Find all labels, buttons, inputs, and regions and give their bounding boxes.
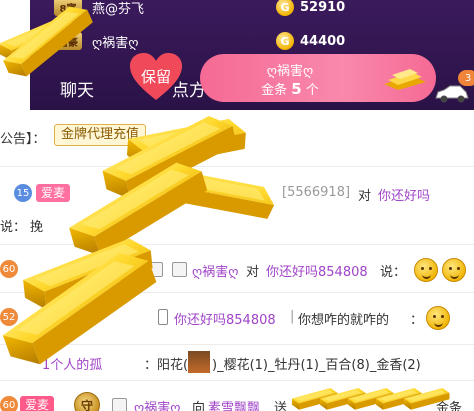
gold-bar-icon xyxy=(384,69,426,90)
divider xyxy=(0,166,474,167)
flower-list: )_樱花(1)_牡丹(1)_百合(8)_金香(2) xyxy=(212,358,421,373)
level-badge: 8富 xyxy=(54,0,82,16)
gift-item: 金条 xyxy=(261,83,288,98)
emoji-icon xyxy=(442,258,466,282)
verb-text: 对 xyxy=(358,189,372,204)
heart-button-label: 保留 xyxy=(140,68,171,86)
level-badge: 60 xyxy=(0,260,18,278)
chat-message-text: 说： 挽 xyxy=(0,216,474,236)
gift-count: 5 xyxy=(291,80,302,98)
said-label: 说： xyxy=(380,265,407,280)
announcement-tag[interactable]: 金牌代理充值 xyxy=(54,124,147,146)
message-text: 挽 xyxy=(30,220,44,235)
level-badge: 60 xyxy=(0,396,18,411)
keep-heart-button[interactable]: 保留 xyxy=(128,52,184,102)
flower-avatar xyxy=(188,351,210,373)
rank-user-name: 燕@芬飞 xyxy=(92,1,145,17)
target-user[interactable]: 你还好吗 xyxy=(378,185,430,204)
level-badge: 15 xyxy=(14,184,32,202)
user-tag: 爱麦 xyxy=(36,184,71,202)
gift-notification: ღ祸害ღ 金条 5 个 xyxy=(200,54,436,102)
user-tag: 爱麦 xyxy=(20,396,55,411)
verb-text: 向 xyxy=(192,401,206,411)
ranking-panel: 8富 燕@芬飞 G 52910 富豪 ღ祸害ღ G 44400 聊天 点方 保留… xyxy=(30,0,474,110)
chat-message: 52 你还好吗854808 | 你想咋的就咋的 ： xyxy=(0,306,474,332)
emoji-icon xyxy=(414,258,438,282)
colon-text: ： xyxy=(410,313,424,328)
user-name[interactable]: 小惊鸿 xyxy=(186,185,225,204)
rank-row[interactable]: 富豪 ღ祸害ღ G 44400 xyxy=(30,28,474,54)
coin-icon: G xyxy=(276,32,294,50)
user-name[interactable]: ღ祸害ღ xyxy=(192,261,238,280)
said-label: 说： xyxy=(0,220,27,235)
chat-message: 60 爱麦 守 ღ祸害ღ 向 素雪飘飘 送 金条 xyxy=(0,392,474,411)
user-id: [5566918] xyxy=(282,185,351,200)
guard-badge-icon: 守 xyxy=(112,256,138,282)
vip-icon xyxy=(112,398,127,411)
chat-message: 15 爱麦 小惊鸿 [5566918] 对 你还好吗 xyxy=(0,184,474,206)
chat-message: 1个人的孤 ：阳花( )_樱花(1)_牡丹(1)_百合(8)_金香(2) xyxy=(0,351,474,376)
tab-chat[interactable]: 聊天 xyxy=(60,76,94,101)
item-text: 金条 xyxy=(436,401,463,411)
divider xyxy=(0,292,474,293)
group-count[interactable]: 1个人的孤 xyxy=(42,354,102,373)
level-badge: 52 xyxy=(0,308,18,326)
emoji-icon xyxy=(426,306,450,330)
rank-row[interactable]: 8富 燕@芬飞 G 52910 xyxy=(30,0,474,20)
divider xyxy=(0,380,474,381)
divider-bar: | xyxy=(290,309,295,324)
gift-detail: 金条 5 个 xyxy=(200,79,380,98)
flower-prefix: ：阳花( xyxy=(144,358,189,373)
phone-icon xyxy=(172,262,187,277)
gift-sender: ღ祸害ღ xyxy=(266,64,314,79)
target-user[interactable]: 你还好吗854808 xyxy=(266,261,368,280)
user-name[interactable]: ღ祸害ღ xyxy=(134,397,180,411)
divider xyxy=(0,344,474,345)
target-user[interactable]: 素雪飘飘 xyxy=(208,397,260,411)
rank-user-name: ღ祸害ღ xyxy=(92,35,139,51)
level-badge: 富豪 xyxy=(54,32,82,50)
coin-value: 44400 xyxy=(300,33,346,49)
coin-icon: G xyxy=(276,0,294,16)
message-text: 你想咋的就咋的 xyxy=(298,313,390,328)
gift-unit: 个 xyxy=(305,83,319,98)
user-name[interactable]: 你还好吗854808 xyxy=(174,309,276,328)
gold-bar xyxy=(60,156,217,262)
mobile-icon xyxy=(158,309,168,325)
guard-badge-icon: 守 xyxy=(74,392,100,411)
action-text: 送 xyxy=(274,401,288,411)
verb-text: 对 xyxy=(246,265,260,280)
car-icon[interactable] xyxy=(434,84,470,104)
divider xyxy=(0,244,474,245)
coin-value: 52910 xyxy=(300,0,346,15)
announcement-label: 公告】： xyxy=(0,132,46,147)
chat-message: 60 守 ღ祸害ღ 对 你还好吗854808 说： xyxy=(0,256,474,284)
vip-icon xyxy=(148,262,163,277)
